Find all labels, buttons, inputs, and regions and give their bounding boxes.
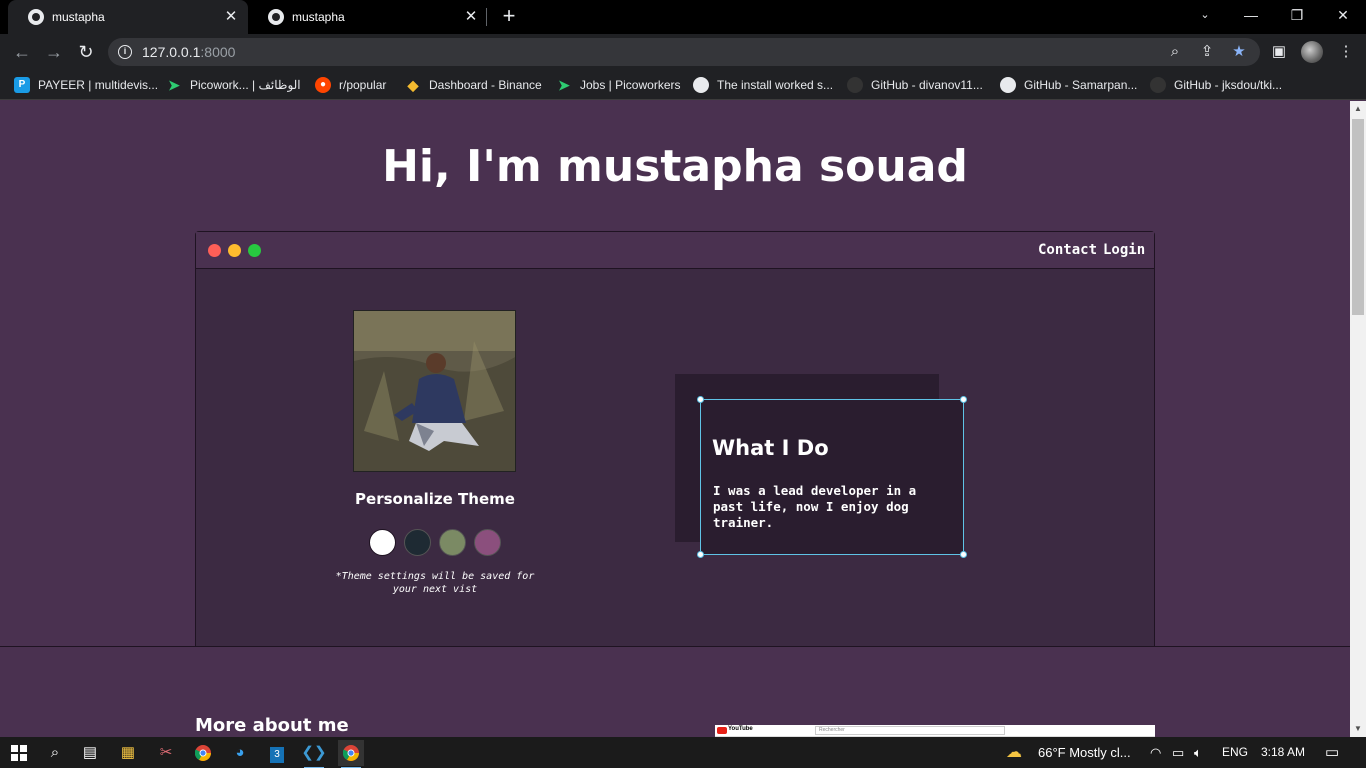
chrome-icon[interactable] [190, 740, 216, 766]
snip-tool-icon[interactable]: ✂ [153, 740, 179, 766]
picoworkers-icon: ➤ [168, 77, 180, 93]
globe-icon [1000, 77, 1016, 93]
green-dot-icon [248, 244, 261, 257]
page-title: Hi, I'm mustapha souad [382, 141, 968, 192]
bookmark-item[interactable]: ➤ Jobs | Picoworkers [556, 76, 680, 94]
resize-handle[interactable] [960, 396, 967, 403]
bookmark-item[interactable]: GitHub - jksdou/tki... [1150, 76, 1282, 94]
url-text[interactable]: 127.0.0.1:8000 [142, 44, 235, 60]
search-icon[interactable]: ⌕ [42, 740, 68, 766]
tab-search-icon[interactable]: ⌄ [1182, 0, 1228, 30]
binance-icon: ◆ [407, 77, 419, 93]
clock[interactable]: 3:18 AM [1261, 745, 1305, 759]
red-dot-icon [208, 244, 221, 257]
forward-button[interactable]: → [42, 40, 66, 64]
microsoft-store-icon[interactable]: ▦ [115, 740, 141, 766]
share-icon[interactable]: ⇪ [1198, 43, 1216, 61]
bookmarks-bar: P PAYEER | multidevis... ➤ Picowork... | ا… [0, 70, 1366, 100]
reddit-icon: ● [315, 77, 331, 93]
window-titlebar: Contact Login [196, 232, 1154, 269]
bookmark-item[interactable]: ◆ Dashboard - Binance [405, 76, 542, 94]
notifications-icon[interactable]: ▭ [1325, 743, 1339, 761]
network-icon[interactable]: ◠ [1150, 745, 1161, 761]
edge-icon[interactable]: ◕ [227, 740, 253, 766]
new-tab-button[interactable]: + [498, 5, 520, 27]
bookmark-item[interactable]: P PAYEER | multidevis... [14, 76, 158, 94]
back-button[interactable]: ← [10, 40, 34, 64]
browser-tab[interactable]: mustapha ✕ [248, 0, 488, 34]
section-divider [0, 646, 1350, 647]
zoom-icon[interactable]: ⌕ [1166, 43, 1184, 61]
language-indicator[interactable]: ENG [1222, 745, 1248, 759]
volume-icon[interactable]: 🔈︎ [1194, 745, 1202, 761]
globe-icon [693, 77, 709, 93]
theme-note: *Theme settings will be saved for your n… [335, 571, 535, 595]
theme-swatch-purple[interactable] [474, 529, 501, 556]
page-viewport: Hi, I'm mustapha souad Contact Login Per… [0, 101, 1350, 737]
close-window-button[interactable]: ✕ [1320, 0, 1366, 30]
theme-swatch-light[interactable] [369, 529, 396, 556]
youtube-search-box: Rechercher [815, 726, 1005, 735]
theme-swatch-dark[interactable] [404, 529, 431, 556]
scroll-down-icon[interactable]: ▼ [1350, 721, 1366, 737]
side-panel-icon[interactable]: ▣ [1269, 42, 1289, 62]
close-icon[interactable]: ✕ [462, 8, 480, 26]
resize-handle[interactable] [697, 551, 704, 558]
bookmark-item[interactable]: ● r/popular [315, 76, 386, 94]
reload-button[interactable]: ↻ [74, 40, 98, 64]
bookmark-star-icon[interactable]: ★ [1230, 43, 1248, 61]
vscode-icon[interactable]: ❮❯ [301, 740, 327, 768]
close-icon[interactable]: ✕ [222, 8, 240, 26]
chrome-active-icon[interactable] [338, 740, 364, 768]
windows-taskbar: ⌕ ▤ ▦ ✂ ◕ 3 ❮❯ ☁ 66°F Mostly cl... ◠ ▭ 🔈… [0, 737, 1366, 768]
more-about-me-heading: More about me [195, 715, 349, 736]
restore-button[interactable]: ❐ [1274, 0, 1320, 30]
bookmark-item[interactable]: GitHub - Samarpan... [1000, 76, 1137, 94]
resize-handle[interactable] [960, 551, 967, 558]
personalize-theme-heading: Personalize Theme [355, 490, 515, 508]
page-scrollbar[interactable]: ▲ ▼ [1350, 101, 1366, 737]
youtube-logo-icon [717, 727, 727, 734]
resize-handle[interactable] [697, 396, 704, 403]
scrollbar-thumb[interactable] [1352, 119, 1364, 315]
yellow-dot-icon [228, 244, 241, 257]
github-icon [847, 77, 863, 93]
weather-status[interactable]: 66°F Mostly cl... [1038, 745, 1131, 760]
youtube-screenshot-preview: YouTube Rechercher [715, 725, 1155, 737]
youtube-logo-text: YouTube [728, 726, 753, 732]
address-bar[interactable]: i 127.0.0.1:8000 ⌕ ⇪ ★ [108, 38, 1260, 66]
css3-icon[interactable]: 3 [264, 740, 290, 766]
task-view-icon[interactable]: ▤ [77, 740, 103, 766]
card-text: I was a lead developer in a past life, n… [713, 483, 917, 530]
picoworkers-icon: ➤ [558, 77, 570, 93]
bookmark-item[interactable]: ➤ Picowork... | الوظائف [166, 76, 301, 94]
theme-swatch-green[interactable] [439, 529, 466, 556]
nav-login-link[interactable]: Login [1103, 242, 1145, 258]
bookmark-item[interactable]: GitHub - divanov11... [847, 76, 983, 94]
profile-photo [353, 310, 516, 472]
scroll-up-icon[interactable]: ▲ [1350, 101, 1366, 117]
browser-toolbar: ← → ↻ i 127.0.0.1:8000 ⌕ ⇪ ★ ▣ ⋮ [0, 34, 1366, 70]
github-icon [1150, 77, 1166, 93]
globe-icon [28, 9, 44, 25]
browser-tab-strip: mustapha ✕ mustapha ✕ + ⌄ — ❐ ✕ [0, 0, 1366, 34]
tab-separator [486, 8, 487, 26]
bookmark-item[interactable]: The install worked s... [693, 76, 833, 94]
payeer-icon: P [14, 77, 30, 93]
windows-start-icon[interactable] [6, 740, 32, 766]
what-i-do-card[interactable]: What I Do I was a lead developer in a pa… [697, 396, 967, 558]
globe-icon [268, 9, 284, 25]
minimize-button[interactable]: — [1228, 0, 1274, 30]
battery-icon[interactable]: ▭ [1172, 745, 1184, 761]
portfolio-window: Contact Login Personalize Theme *Theme s… [195, 231, 1155, 647]
weather-icon[interactable]: ☁ [1006, 742, 1022, 762]
site-info-icon[interactable]: i [118, 45, 132, 59]
browser-tab-active[interactable]: mustapha ✕ [8, 0, 248, 34]
card-title: What I Do [712, 436, 829, 460]
tab-title: mustapha [52, 10, 105, 24]
profile-avatar[interactable] [1301, 41, 1323, 63]
nav-contact-link[interactable]: Contact [1038, 242, 1097, 258]
tab-title: mustapha [292, 10, 345, 24]
menu-icon[interactable]: ⋮ [1336, 42, 1356, 62]
